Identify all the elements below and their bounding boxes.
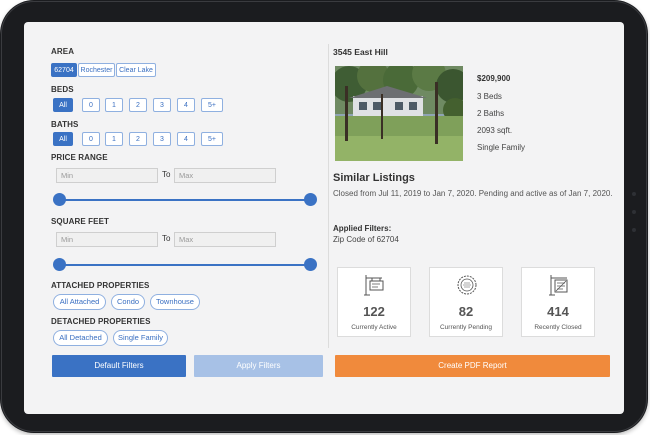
stat-pending-caption: Currently Pending bbox=[439, 324, 493, 331]
panel-divider bbox=[328, 44, 329, 348]
price-slider-max-handle[interactable] bbox=[303, 193, 317, 206]
beds-chip-2[interactable]: 2 bbox=[129, 98, 147, 112]
stat-active-caption: Currently Active bbox=[351, 324, 397, 331]
sqft-slider-min-handle[interactable] bbox=[52, 258, 66, 271]
stat-card-active: 122 Currently Active bbox=[337, 267, 411, 337]
sqft-to-label: To bbox=[162, 234, 171, 243]
attached-properties-label: ATTACHED PROPERTIES bbox=[51, 281, 150, 290]
beds-label: BEDS bbox=[51, 85, 74, 94]
area-chip-62704[interactable]: 62704 bbox=[51, 63, 77, 77]
baths-chip-0[interactable]: 0 bbox=[82, 132, 100, 146]
stat-card-pending: 82 Currently Pending bbox=[429, 267, 503, 337]
property-sqft: 2093 sqft. bbox=[477, 126, 513, 135]
sqft-min-input[interactable]: Min bbox=[56, 232, 158, 247]
property-price: $209,900 bbox=[477, 74, 511, 83]
similar-listings-description: Closed from Jul 11, 2019 to Jan 7, 2020.… bbox=[333, 189, 613, 198]
beds-chip-5plus[interactable]: 5+ bbox=[201, 98, 223, 112]
sqft-slider-max-handle[interactable] bbox=[303, 258, 317, 271]
beds-chip-0[interactable]: 0 bbox=[82, 98, 100, 112]
sqft-max-input[interactable]: Max bbox=[174, 232, 276, 247]
property-address: 3545 East Hill bbox=[333, 47, 388, 57]
beds-chip-4[interactable]: 4 bbox=[177, 98, 195, 112]
sqft-slider-track[interactable] bbox=[59, 264, 310, 266]
detached-pill-all[interactable]: All Detached bbox=[53, 330, 108, 346]
attached-pill-condo[interactable]: Condo bbox=[111, 294, 145, 310]
side-sensor-icon bbox=[632, 210, 636, 214]
search-filters-app: AREA 62704 Rochester Clear Lake BEDS All… bbox=[24, 22, 624, 414]
beds-chip-1[interactable]: 1 bbox=[105, 98, 123, 112]
detached-pill-single-family[interactable]: Single Family bbox=[113, 330, 168, 346]
tablet-frame: AREA 62704 Rochester Clear Lake BEDS All… bbox=[0, 0, 648, 433]
price-min-input[interactable]: Min bbox=[56, 168, 158, 183]
price-slider-track[interactable] bbox=[59, 199, 310, 201]
for-sale-sign-icon bbox=[364, 275, 384, 296]
beds-chip-all[interactable]: All bbox=[53, 98, 73, 112]
applied-filters-title: Applied Filters: bbox=[333, 224, 392, 233]
property-beds: 3 Beds bbox=[477, 92, 502, 101]
baths-chip-1[interactable]: 1 bbox=[105, 132, 123, 146]
baths-chip-4[interactable]: 4 bbox=[177, 132, 195, 146]
side-sensor-icon bbox=[632, 192, 636, 196]
price-slider-min-handle[interactable] bbox=[52, 193, 66, 206]
default-filters-button[interactable]: Default Filters bbox=[52, 355, 186, 377]
property-photo bbox=[335, 66, 463, 161]
attached-pill-all[interactable]: All Attached bbox=[53, 294, 106, 310]
applied-filters-value: Zip Code of 62704 bbox=[333, 235, 399, 244]
property-baths: 2 Baths bbox=[477, 109, 505, 118]
baths-chip-all[interactable]: All bbox=[53, 132, 73, 146]
price-max-input[interactable]: Max bbox=[174, 168, 276, 183]
similar-listings-title: Similar Listings bbox=[333, 172, 415, 184]
attached-pill-townhouse[interactable]: Townhouse bbox=[150, 294, 200, 310]
stat-active-value: 122 bbox=[363, 304, 385, 319]
square-feet-label: SQUARE FEET bbox=[51, 217, 109, 226]
stat-pending-value: 82 bbox=[458, 304, 474, 319]
apply-filters-button[interactable]: Apply Filters bbox=[194, 355, 323, 377]
detached-properties-label: DETACHED PROPERTIES bbox=[51, 317, 151, 326]
contract-seal-icon bbox=[457, 275, 477, 295]
baths-chip-2[interactable]: 2 bbox=[129, 132, 147, 146]
property-type: Single Family bbox=[477, 143, 526, 152]
baths-label: BATHS bbox=[51, 120, 79, 129]
create-pdf-report-button[interactable]: Create PDF Report bbox=[335, 355, 610, 377]
beds-chip-3[interactable]: 3 bbox=[153, 98, 171, 112]
baths-chip-3[interactable]: 3 bbox=[153, 132, 171, 146]
price-to-label: To bbox=[162, 170, 171, 179]
price-range-label: PRICE RANGE bbox=[51, 153, 108, 162]
area-chip-clear-lake[interactable]: Clear Lake bbox=[116, 63, 156, 77]
screen: AREA 62704 Rochester Clear Lake BEDS All… bbox=[24, 22, 624, 414]
stat-closed-value: 414 bbox=[547, 304, 569, 319]
baths-chip-5plus[interactable]: 5+ bbox=[201, 132, 223, 146]
sold-sign-icon bbox=[549, 275, 568, 296]
stat-closed-caption: Recently Closed bbox=[534, 324, 582, 331]
stat-card-closed: 414 Recently Closed bbox=[521, 267, 595, 337]
side-sensor-icon bbox=[632, 228, 636, 232]
area-label: AREA bbox=[51, 47, 75, 56]
area-chip-rochester[interactable]: Rochester bbox=[78, 63, 115, 77]
